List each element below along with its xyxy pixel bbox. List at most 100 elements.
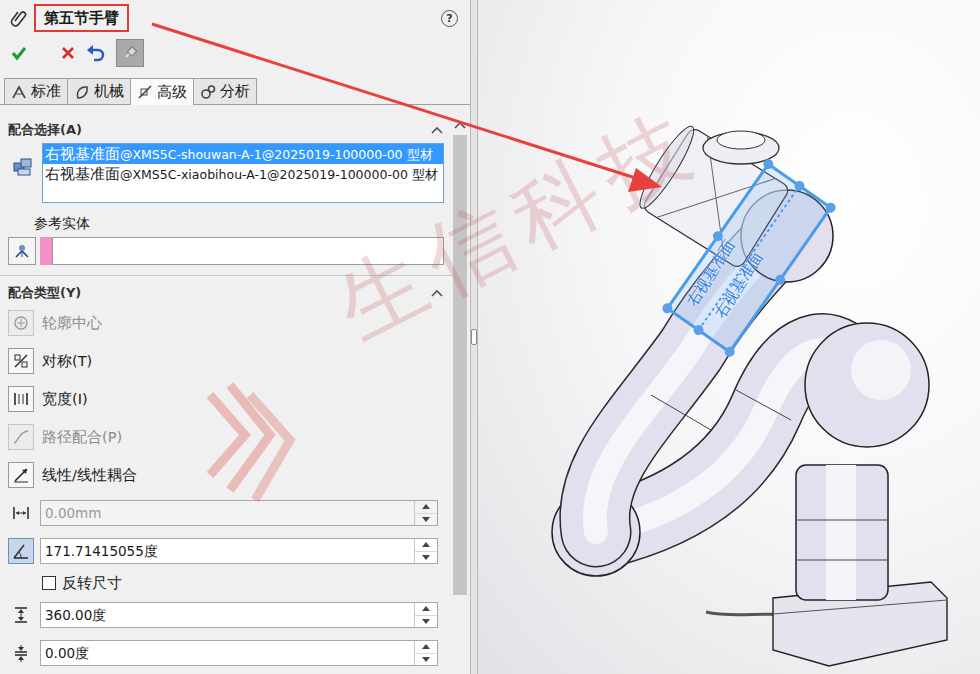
mate-type[interactable]: 对称(T) (8, 342, 444, 380)
spinner[interactable] (414, 539, 437, 563)
selection-list[interactable]: 右视基准面@XMS5C-shouwan-A-1@2025019-100000-0… (42, 143, 444, 203)
splitter-grip[interactable] (471, 329, 477, 345)
mate-type[interactable]: 宽度(I) (8, 380, 444, 418)
watermark-logo-icon (200, 375, 300, 505)
mate-type-button[interactable] (8, 386, 34, 412)
label: 反转尺寸 (62, 574, 122, 593)
section-header[interactable]: 配合类型(Y) (8, 282, 444, 304)
mate-type-button[interactable] (8, 310, 34, 336)
dimension-button[interactable] (8, 538, 34, 564)
reference-button[interactable] (8, 237, 36, 265)
value-field[interactable]: 0.00度 (40, 640, 438, 666)
profile-center-icon (12, 314, 30, 332)
spin-up[interactable] (415, 641, 437, 653)
watermark: 生信科技 (318, 84, 720, 366)
arrow-up-icon[interactable] (422, 606, 430, 611)
label: 对称(T) (42, 352, 92, 371)
selection-item[interactable]: 右视基准面@XMS5C-xiaobihou-A-1@2025019-100000… (43, 164, 443, 184)
robot-arm-model[interactable] (478, 0, 980, 674)
mate-type[interactable]: 路径配合(P) (8, 418, 444, 456)
collapse-chevron-icon[interactable] (430, 124, 444, 136)
label: 线性/线性耦合 (42, 466, 137, 485)
value-field[interactable]: 171.71415055度 (40, 538, 438, 564)
dimension-row: 0.00mm (8, 494, 444, 532)
dimension-row: 171.71415055度 (8, 532, 444, 570)
label: 路径配合(P) (42, 428, 122, 447)
scroll-thumb[interactable] (453, 135, 467, 595)
tab[interactable]: 标准 (4, 78, 68, 104)
value-field[interactable]: 360.00度 (40, 602, 438, 628)
spinner[interactable] (414, 501, 437, 525)
annotation-arrow-icon (0, 0, 980, 674)
tab[interactable]: 高级 (130, 78, 194, 105)
header: 第五节手臂? (0, 0, 470, 36)
label: 右视基准面 (45, 165, 120, 183)
arrow-down-icon[interactable] (422, 517, 430, 522)
spinner[interactable] (414, 641, 437, 665)
mate-type-button[interactable] (8, 462, 34, 488)
scrollbar[interactable] (452, 105, 468, 674)
tab[interactable]: 分析 (193, 78, 257, 104)
label: 宽度(I) (42, 390, 88, 409)
scroll-up-icon[interactable] (453, 119, 467, 131)
panel-body: 配合选择(A) 右视基准面@XMS5C-shouwan-A-1@2025019-1… (0, 105, 470, 674)
collapse-chevron-icon[interactable] (430, 287, 444, 299)
spinner[interactable] (414, 603, 437, 627)
label: 配合类型(Y) (8, 284, 81, 302)
checkbox-row[interactable]: 反转尺寸 (8, 570, 444, 596)
label: 右视基准面 (45, 145, 120, 163)
selection-row: 右视基准面@XMS5C-shouwan-A-1@2025019-100000-0… (8, 143, 444, 203)
dimension-button[interactable] (8, 500, 34, 526)
mate-paperclip-icon (10, 9, 28, 27)
linear-coupler-icon (12, 466, 30, 484)
arrow-down-icon[interactable] (422, 657, 430, 662)
mate-type-button[interactable] (8, 424, 34, 450)
help-button[interactable]: ? (441, 10, 458, 27)
minimum-icon (12, 644, 30, 662)
undo-icon[interactable] (86, 44, 106, 62)
spin-down[interactable] (415, 615, 437, 628)
arrow-up-icon[interactable] (422, 542, 430, 547)
label: 机械 (94, 82, 124, 101)
label: @XMS5C-xiaobihou-A-1@2025019-100000-00 型… (120, 167, 438, 182)
spin-down[interactable] (415, 551, 437, 564)
spin-up[interactable] (415, 539, 437, 551)
arrow-up-icon[interactable] (422, 644, 430, 649)
cancel-x-icon[interactable] (60, 45, 76, 61)
tab[interactable]: 机械 (67, 78, 131, 104)
dimension-button[interactable] (8, 640, 34, 666)
arrow-down-icon[interactable] (422, 555, 430, 560)
graphics-area[interactable]: 右视基准面右视基准面 (478, 0, 980, 674)
dimension-button[interactable] (8, 602, 34, 628)
label: 高级 (157, 83, 187, 102)
spin-up[interactable] (415, 501, 437, 513)
label: 轮廓中心 (42, 314, 102, 333)
value-field[interactable]: 0.00mm (40, 500, 438, 526)
checkbox[interactable] (42, 576, 56, 590)
arrow-up-icon[interactable] (422, 504, 430, 509)
label: 参考实体 (34, 215, 444, 233)
advanced-icon (137, 84, 153, 100)
arrow-down-icon[interactable] (422, 619, 430, 624)
reference-field[interactable] (52, 237, 444, 265)
mate-type-button[interactable] (8, 348, 34, 374)
label: 配合选择(A) (8, 121, 82, 139)
color-swatch (40, 237, 52, 265)
label: 360.00度 (41, 603, 414, 627)
ok-check-icon[interactable] (10, 44, 28, 62)
mate-type[interactable]: 轮廓中心 (8, 304, 444, 342)
section-header[interactable]: 配合选择(A) (8, 119, 444, 141)
selection-item[interactable]: 右视基准面@XMS5C-shouwan-A-1@2025019-100000-0… (43, 144, 443, 164)
label: 标准 (31, 82, 61, 101)
dimension-row: 0.00度 (8, 634, 444, 672)
spin-down[interactable] (415, 513, 437, 526)
standard-icon (11, 84, 27, 100)
spin-up[interactable] (415, 603, 437, 615)
spin-down[interactable] (415, 653, 437, 666)
pin-button[interactable] (116, 39, 144, 67)
label: 0.00mm (41, 501, 414, 525)
analysis-icon (200, 84, 216, 100)
panel-splitter[interactable] (470, 0, 478, 674)
dimension-row: 360.00度 (8, 596, 444, 634)
mate-type[interactable]: 线性/线性耦合 (8, 456, 444, 494)
